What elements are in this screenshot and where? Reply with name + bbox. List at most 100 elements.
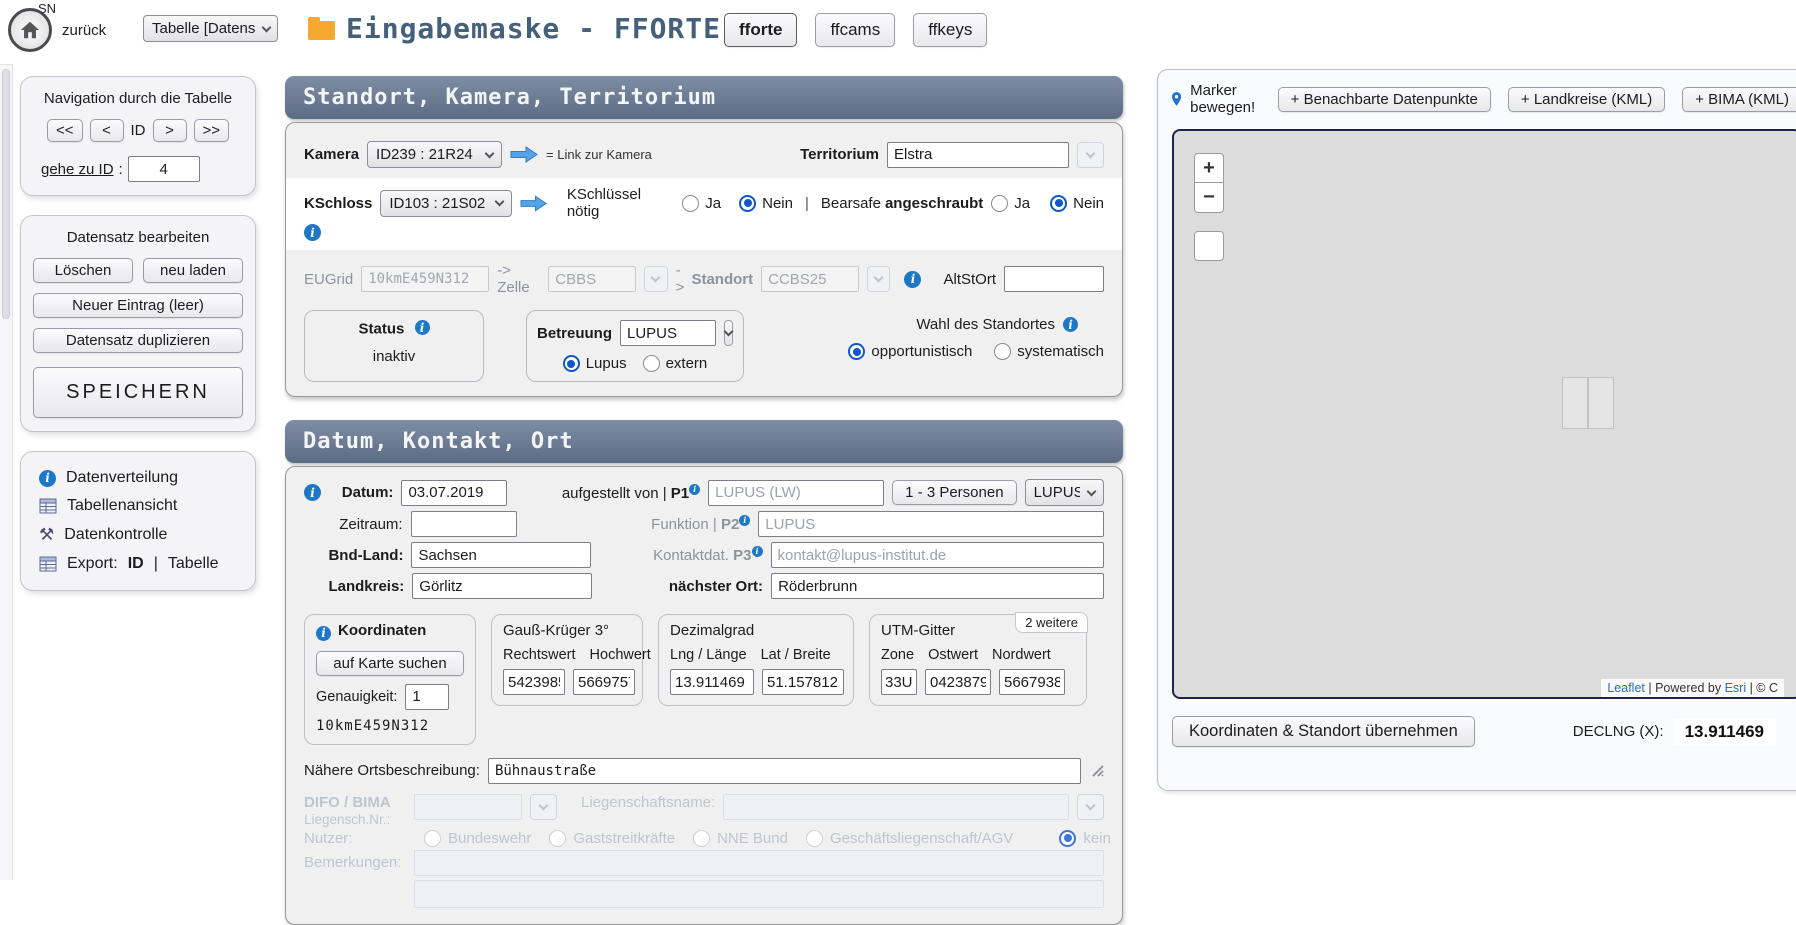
info-icon[interactable]	[415, 320, 430, 335]
hochwert-input[interactable]	[573, 669, 635, 695]
export-id-link[interactable]: ID	[128, 555, 144, 573]
kschluessel-ja-radio[interactable]: Ja	[682, 195, 721, 212]
landkreise-kml-button[interactable]: + Landkreise (KML)	[1508, 87, 1665, 112]
delete-button[interactable]: Löschen	[33, 258, 133, 283]
link-label: Datenverteilung	[66, 469, 178, 487]
next-record-button[interactable]: >	[153, 119, 187, 142]
ffkeys-button[interactable]: ffkeys	[913, 13, 987, 47]
zeitraum-input[interactable]	[411, 511, 517, 537]
p1-input[interactable]	[708, 480, 884, 506]
table-select[interactable]: Tabelle [Datens	[143, 15, 278, 42]
tools-links-box: Datenverteilung Tabellenansicht ⚒ Datenk…	[20, 451, 256, 591]
ortsbeschreibung-input[interactable]	[488, 758, 1081, 784]
p3-input[interactable]	[771, 542, 1105, 568]
info-icon[interactable]	[689, 484, 700, 495]
wahl-opportunistisch-radio[interactable]: opportunistisch	[848, 343, 972, 360]
rechtswert-input[interactable]	[503, 669, 565, 695]
gauss-krueger-box: Gauß-Krüger 3° RechtswertHochwert	[491, 614, 643, 706]
lock-link-arrow-icon[interactable]	[520, 195, 547, 212]
info-icon[interactable]	[752, 546, 763, 557]
last-record-button[interactable]: >>	[194, 119, 230, 142]
info-icon[interactable]	[1063, 317, 1078, 332]
new-entry-button[interactable]: Neuer Eintrag (leer)	[33, 293, 243, 318]
datum-input[interactable]	[401, 480, 507, 506]
betreuung-input[interactable]	[620, 320, 716, 346]
export-table-link[interactable]: Tabelle	[168, 555, 219, 573]
bemerkungen-input-2	[414, 880, 1104, 908]
kamera-select[interactable]: ID239 : 21R24	[367, 141, 502, 168]
prev-record-button[interactable]: <	[90, 119, 124, 142]
save-button[interactable]: SPEICHERN	[33, 367, 243, 418]
radio-icon	[1050, 195, 1067, 212]
territorium-dropdown-button[interactable]	[1077, 142, 1104, 168]
fforte-button[interactable]: fforte	[724, 13, 797, 47]
top-header: SN zurück Tabelle [Datens Eingabemaske -…	[0, 0, 1796, 64]
personen-button[interactable]: 1 - 3 Personen	[892, 480, 1016, 505]
nutzer-nne-bund-radio: NNE Bund	[693, 830, 788, 847]
utm-nordwert-input[interactable]	[999, 669, 1065, 695]
info-icon[interactable]	[316, 626, 331, 641]
home-icon	[19, 19, 41, 41]
ort-input[interactable]	[771, 573, 1104, 599]
lat-input[interactable]	[762, 669, 844, 695]
wahl-systematisch-radio[interactable]: systematisch	[994, 343, 1104, 360]
map-search-button[interactable]: auf Karte suchen	[316, 651, 464, 676]
bndland-input[interactable]	[411, 542, 591, 568]
apply-coordinates-button[interactable]: Koordinaten & Standort übernehmen	[1172, 716, 1475, 747]
leaflet-link[interactable]: Leaflet	[1607, 681, 1645, 695]
home-button[interactable]	[8, 8, 52, 52]
left-scrollbar[interactable]	[0, 64, 13, 880]
zoom-in-button[interactable]: +	[1194, 153, 1224, 183]
sidebar-item-datenverteilung[interactable]: Datenverteilung	[39, 469, 237, 487]
map-canvas[interactable]: + − Leaflet | Powered by Esri | © C	[1172, 129, 1796, 699]
more-coords-button[interactable]: 2 weitere	[1015, 612, 1088, 633]
p1-select[interactable]: LUPUS (LW	[1025, 479, 1104, 506]
duplicate-button[interactable]: Datensatz duplizieren	[33, 328, 243, 353]
status-label: Status	[358, 321, 404, 338]
bearsafe-nein-radio[interactable]: Nein	[1050, 195, 1104, 212]
zoom-out-button[interactable]: −	[1194, 183, 1224, 213]
sidebar-item-datenkontrolle[interactable]: ⚒ Datenkontrolle	[39, 525, 237, 545]
esri-link[interactable]: Esri	[1725, 681, 1747, 695]
altstort-input[interactable]	[1004, 266, 1104, 292]
utm-zone-input[interactable]	[881, 669, 917, 695]
scrollbar-thumb[interactable]	[2, 69, 10, 319]
sidebar-item-tabellenansicht[interactable]: Tabellenansicht	[39, 497, 237, 515]
betreuung-extern-radio[interactable]: extern	[643, 355, 708, 372]
utm-ostwert-input[interactable]	[925, 669, 991, 695]
bima-kml-button[interactable]: + BIMA (KML)	[1682, 87, 1796, 112]
info-icon[interactable]	[904, 271, 921, 288]
lng-input[interactable]	[670, 669, 754, 695]
neighbor-points-button[interactable]: + Benachbarte Datenpunkte	[1278, 87, 1491, 112]
first-record-button[interactable]: <<	[47, 119, 83, 142]
nutzer-geschaeftsliegenschaft-radio: Geschäftsliegenschaft/AGV	[806, 830, 1013, 847]
goto-id-link[interactable]: gehe zu ID	[41, 161, 114, 178]
camera-link-arrow-icon[interactable]	[510, 146, 538, 163]
info-icon[interactable]	[739, 515, 750, 526]
goto-id-input[interactable]	[128, 156, 200, 182]
kschloss-select[interactable]: ID103 : 21S02	[380, 190, 511, 217]
radio-label: Nein	[1073, 195, 1104, 212]
resize-grip-icon[interactable]	[1091, 764, 1104, 777]
ffcams-button[interactable]: ffcams	[815, 13, 895, 47]
panel-standort-title: Standort, Kamera, Territorium	[285, 76, 1123, 119]
territorium-label: Territorium	[800, 146, 879, 163]
info-icon[interactable]	[304, 224, 321, 241]
territorium-input[interactable]	[887, 142, 1069, 168]
genauigkeit-input[interactable]	[405, 684, 449, 710]
kschluessel-nein-radio[interactable]: Nein	[739, 195, 793, 212]
radio-icon	[643, 355, 660, 372]
p2-input[interactable]	[758, 511, 1104, 537]
p2-label-bold: P2	[721, 516, 739, 533]
back-link[interactable]: zurück	[62, 22, 106, 39]
betreuung-lupus-radio[interactable]: Lupus	[563, 355, 627, 372]
info-icon[interactable]	[304, 484, 321, 501]
betreuung-dropdown-button[interactable]	[724, 320, 733, 346]
liegenschaftsname-label: Liegenschaftsname:	[581, 794, 715, 811]
map-layers-control[interactable]	[1194, 231, 1224, 261]
marker-hint: Marker bewegen!	[1190, 82, 1261, 116]
landkreis-input[interactable]	[412, 573, 592, 599]
radio-icon	[848, 343, 865, 360]
bearsafe-ja-radio[interactable]: Ja	[991, 195, 1030, 212]
reload-button[interactable]: neu laden	[143, 258, 243, 283]
